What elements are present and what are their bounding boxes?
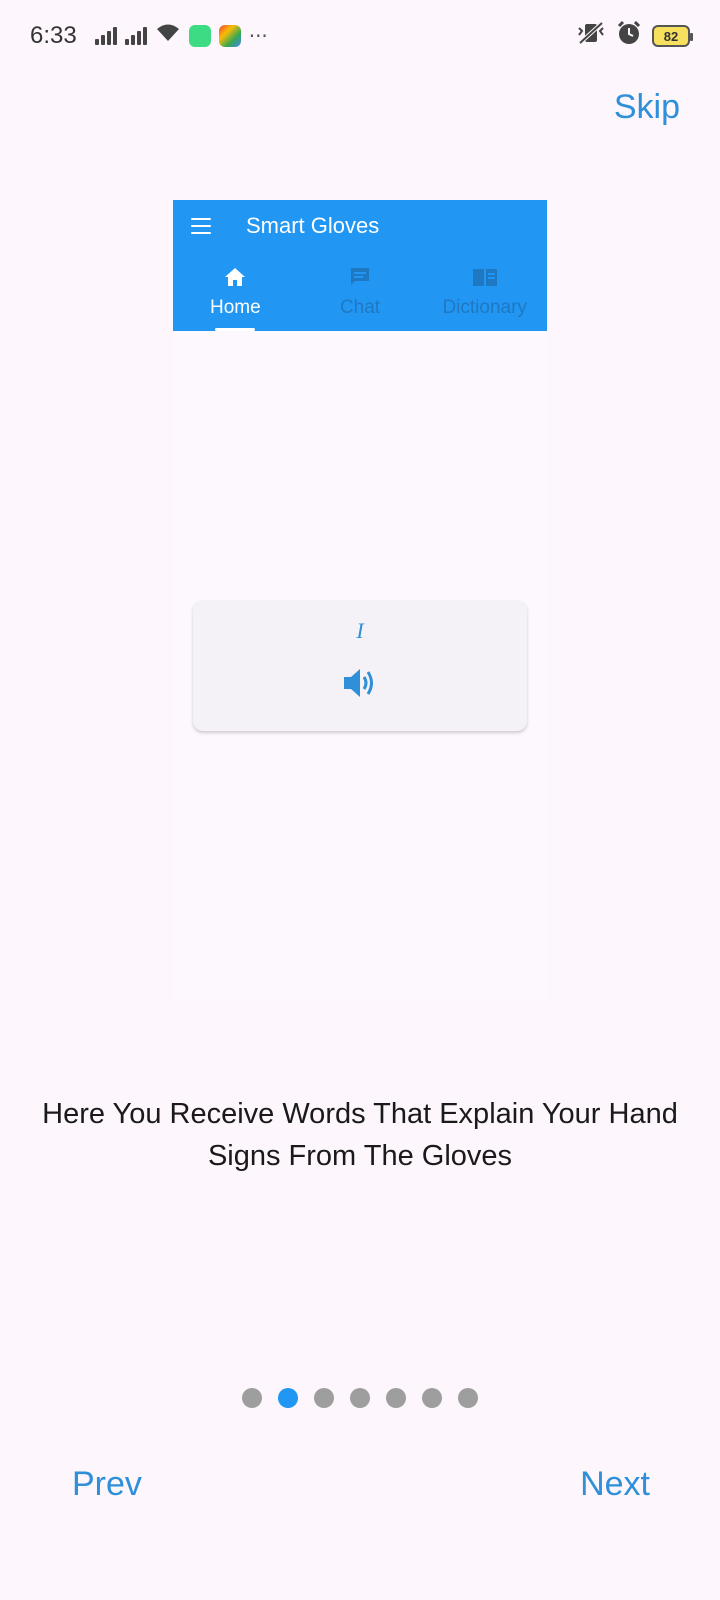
page-dot (458, 1388, 478, 1408)
prev-button[interactable]: Prev (72, 1465, 142, 1504)
preview-appbar: Smart Gloves Home Chat Dictionary (173, 200, 547, 331)
preview-app-title: Smart Gloves (246, 213, 380, 238)
puzzle-app-icon (218, 25, 241, 47)
preview-tab-label: Dictionary (442, 296, 527, 318)
page-dot (386, 1388, 406, 1408)
home-icon (224, 265, 246, 289)
page-dot (422, 1388, 442, 1408)
app-preview-image: Smart Gloves Home Chat Dictionary I (173, 200, 547, 1000)
status-bar: 6:33 ··· 82 (0, 0, 720, 72)
page-dot (242, 1388, 262, 1408)
alarm-icon (616, 20, 642, 52)
next-button[interactable]: Next (580, 1465, 650, 1504)
signal-icon (94, 27, 117, 45)
status-time: 6:33 (30, 22, 77, 49)
page-dot (314, 1388, 334, 1408)
status-right: 82 (576, 20, 693, 52)
preview-tab-dictionary: Dictionary (422, 252, 547, 331)
received-word: I (356, 618, 364, 643)
preview-tab-label: Home (209, 296, 261, 318)
page-indicator (0, 1388, 720, 1408)
signal-icon-2 (124, 27, 147, 45)
more-notifications-icon: ··· (248, 24, 268, 48)
preview-tab-home: Home (173, 252, 298, 331)
word-card: I (193, 600, 527, 731)
chat-icon (349, 265, 371, 289)
preview-tab-label: Chat (339, 296, 381, 318)
wifi-icon (155, 23, 181, 49)
skip-button[interactable]: Skip (614, 88, 680, 127)
speaker-icon (342, 666, 378, 704)
active-tab-indicator (215, 328, 256, 331)
page-dot (350, 1388, 370, 1408)
onboarding-description: Here You Receive Words That Explain Your… (42, 1098, 678, 1172)
preview-tab-chat: Chat (298, 252, 423, 331)
messages-app-icon (188, 25, 211, 47)
menu-icon (191, 218, 211, 234)
book-icon (472, 265, 498, 289)
onboarding-screen: 6:33 ··· 82 Skip Smart Gloves Home Chat … (0, 0, 720, 1600)
vibrate-off-icon (576, 21, 606, 51)
battery-icon: 82 (652, 25, 693, 47)
page-dot-active (278, 1388, 298, 1408)
preview-tabs: Home Chat Dictionary (173, 252, 547, 331)
status-left: 6:33 ··· (30, 22, 268, 50)
